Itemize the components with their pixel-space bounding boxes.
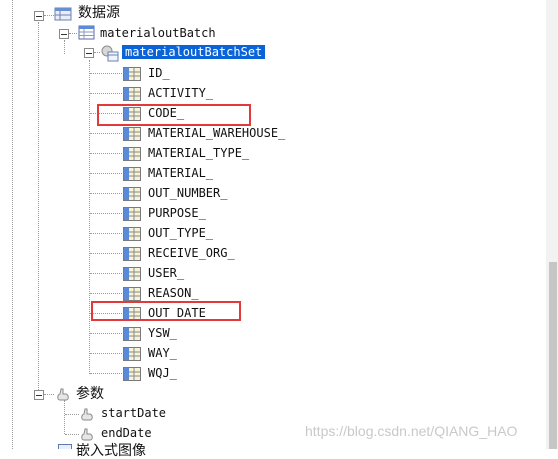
selected-dataset-node[interactable]: materialoutBatchSet <box>122 45 266 59</box>
field-id[interactable]: ID_ <box>148 66 170 80</box>
datasource-label[interactable]: 数据源 <box>78 5 120 21</box>
field-icon <box>123 366 141 381</box>
field-icon <box>123 286 141 301</box>
field-icon <box>123 346 141 361</box>
field-out-type[interactable]: OUT_TYPE_ <box>148 226 213 240</box>
watermark-text: https://blog.csdn.net/QIANG_HAO <box>305 423 518 439</box>
field-user[interactable]: USER_ <box>148 266 184 280</box>
field-material-type[interactable]: MATERIAL_TYPE_ <box>148 146 249 160</box>
field-icon <box>123 126 141 141</box>
embedded-image-label[interactable]: 嵌入式图像 <box>76 443 146 459</box>
field-icon <box>123 326 141 341</box>
dataset-label[interactable]: materialoutBatch <box>100 26 216 40</box>
vertical-scrollbar-thumb[interactable] <box>549 262 557 449</box>
field-icon <box>123 146 141 161</box>
field-purpose[interactable]: PURPOSE_ <box>148 206 206 220</box>
field-wqj[interactable]: WQJ_ <box>148 366 177 380</box>
field-icon <box>123 86 141 101</box>
field-icon <box>123 186 141 201</box>
field-out-number[interactable]: OUT_NUMBER_ <box>148 186 227 200</box>
field-receive-org[interactable]: RECEIVE_ORG_ <box>148 246 235 260</box>
field-reason[interactable]: REASON_ <box>148 286 199 300</box>
param-start-date[interactable]: startDate <box>101 406 166 420</box>
data-set-icon <box>101 45 119 62</box>
params-icon <box>57 388 69 401</box>
params-label[interactable]: 参数 <box>76 386 104 402</box>
dataset-icon <box>78 25 95 40</box>
field-icon <box>123 226 141 241</box>
collapse-params-toggle[interactable] <box>34 390 44 400</box>
collapse-datasource-toggle[interactable] <box>34 11 44 21</box>
field-icon <box>123 266 141 281</box>
embedded-image-icon <box>58 444 72 449</box>
field-icon <box>123 66 141 81</box>
collapse-dataset-set-toggle[interactable] <box>84 48 94 58</box>
field-icon <box>123 166 141 181</box>
field-icon <box>123 206 141 221</box>
highlight-box-out-date <box>91 301 241 321</box>
field-ysw[interactable]: YSW_ <box>148 326 177 340</box>
field-material-warehouse[interactable]: MATERIAL_WAREHOUSE_ <box>148 126 285 140</box>
highlight-box-code <box>97 104 251 126</box>
param-end-date[interactable]: endDate <box>101 426 152 440</box>
field-activity[interactable]: ACTIVITY_ <box>148 86 213 100</box>
param-icon <box>81 408 93 421</box>
datasource-icon <box>54 7 72 21</box>
field-way[interactable]: WAY_ <box>148 346 177 360</box>
field-material[interactable]: MATERIAL_ <box>148 166 213 180</box>
collapse-dataset-toggle[interactable] <box>59 29 69 39</box>
param-icon <box>81 428 93 441</box>
field-icon <box>123 246 141 261</box>
